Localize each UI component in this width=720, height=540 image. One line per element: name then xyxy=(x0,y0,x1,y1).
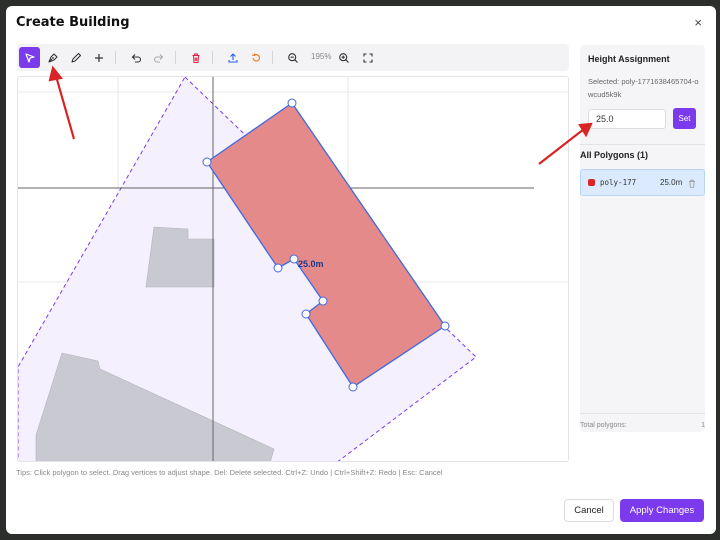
zoom-out-button[interactable] xyxy=(282,47,303,68)
set-height-button[interactable]: Set xyxy=(673,108,696,129)
drawing-canvas[interactable]: 25.0m xyxy=(17,76,569,462)
height-assignment-title: Height Assignment xyxy=(588,54,670,64)
undo-button[interactable] xyxy=(125,47,146,68)
fullscreen-button[interactable] xyxy=(357,47,378,68)
polygon-list-section: All Polygons (1) poly-177 25.0m Total po… xyxy=(580,144,705,434)
dialog-title: Create Building xyxy=(16,15,130,30)
close-icon[interactable]: × xyxy=(694,15,702,30)
delete-button[interactable] xyxy=(185,47,206,68)
canvas-svg: 25.0m xyxy=(18,77,568,461)
toolbar-divider xyxy=(212,51,213,64)
polygon-color-swatch xyxy=(588,179,595,186)
vertex-handle[interactable] xyxy=(289,254,299,264)
section-divider xyxy=(580,413,705,414)
tips-text: Tips: Click polygon to select. Drag vert… xyxy=(16,468,443,477)
export-button[interactable] xyxy=(222,47,243,68)
fullscreen-icon xyxy=(362,52,373,63)
zoom-out-icon xyxy=(287,52,298,63)
trash-icon[interactable] xyxy=(687,176,697,194)
reset-button[interactable] xyxy=(245,47,266,68)
trash-icon xyxy=(192,53,199,63)
pen-icon xyxy=(47,52,58,63)
zoom-level: 195% xyxy=(311,52,332,61)
toolbar-divider xyxy=(115,51,116,64)
polygon-list-item[interactable]: poly-177 25.0m xyxy=(580,169,705,196)
total-polygons-value: 1 xyxy=(701,422,705,429)
toolbar-divider xyxy=(272,51,273,64)
editor-toolbar: 195% xyxy=(17,44,569,71)
apply-changes-button[interactable]: Apply Changes xyxy=(620,499,704,522)
create-building-dialog: Create Building × 195% 25.0m Tips: Click… xyxy=(6,6,716,534)
all-polygons-title: All Polygons (1) xyxy=(580,150,649,160)
selected-polygon-text: Selected: poly-1771638465704-owcud5k9k xyxy=(588,77,699,99)
polygon-name: poly-177 xyxy=(600,178,637,187)
vertex-handle[interactable] xyxy=(301,309,311,319)
height-input[interactable]: 25.0 xyxy=(588,109,666,129)
vertex-handle[interactable] xyxy=(318,296,328,306)
draw-tool-button[interactable] xyxy=(65,47,86,68)
toolbar-divider xyxy=(175,51,176,64)
polygon-height-label: 25.0m xyxy=(298,259,324,269)
zoom-in-button[interactable] xyxy=(333,47,354,68)
redo-icon xyxy=(153,53,163,63)
pencil-icon xyxy=(70,52,81,63)
redo-button[interactable] xyxy=(148,47,169,68)
vertex-handle[interactable] xyxy=(440,321,450,331)
plus-icon xyxy=(94,53,103,62)
upload-icon xyxy=(227,52,238,63)
cancel-button[interactable]: Cancel xyxy=(564,499,614,522)
select-icon xyxy=(24,52,35,63)
pen-tool-button[interactable] xyxy=(42,47,63,68)
add-point-button[interactable] xyxy=(88,47,109,68)
section-divider xyxy=(580,144,705,145)
reset-icon xyxy=(251,52,260,62)
select-tool-button[interactable] xyxy=(19,47,40,68)
vertex-handle[interactable] xyxy=(202,157,212,167)
total-polygons-label: Total polygons: xyxy=(580,422,627,429)
polygon-height: 25.0m xyxy=(660,178,683,187)
vertex-handle[interactable] xyxy=(273,263,283,273)
zoom-in-icon xyxy=(338,52,349,63)
undo-icon xyxy=(131,53,141,63)
vertex-handle[interactable] xyxy=(348,382,358,392)
vertex-handle[interactable] xyxy=(287,98,297,108)
